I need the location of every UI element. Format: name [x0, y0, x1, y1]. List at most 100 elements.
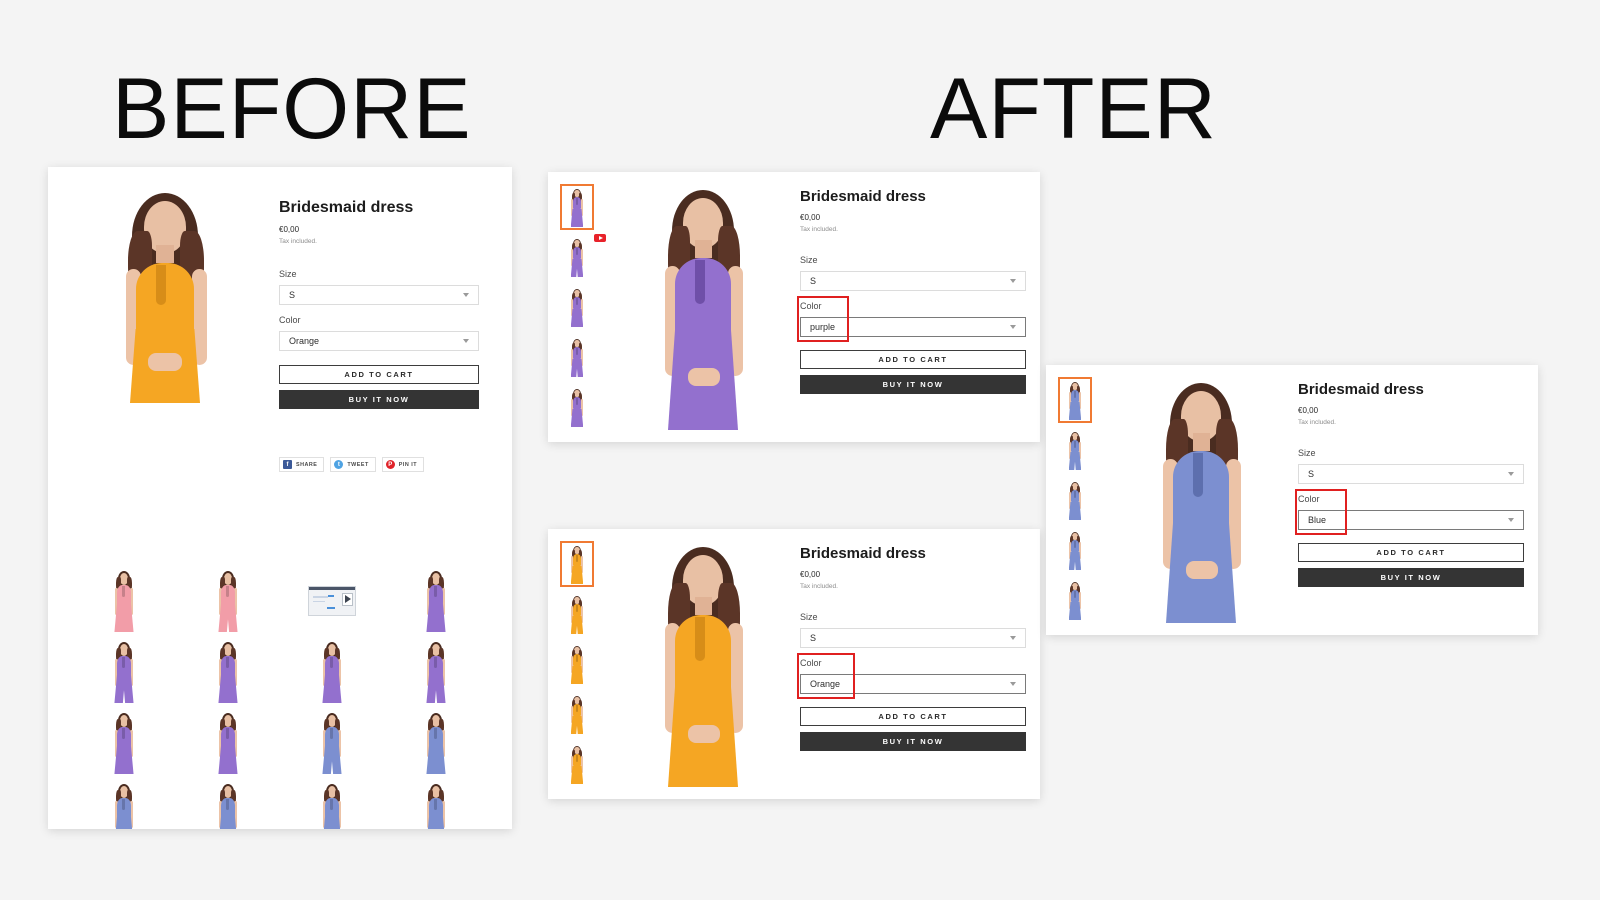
- color-select[interactable]: purple: [800, 317, 1026, 338]
- tax-note: Tax included.: [800, 226, 838, 234]
- thumbnail-item[interactable]: [280, 778, 384, 829]
- color-label: Color: [800, 658, 822, 669]
- youtube-play-badge[interactable]: [594, 234, 606, 242]
- thumbnail-item-selected[interactable]: [560, 541, 594, 587]
- thumbnail-figure: [312, 782, 352, 829]
- thumbnail-item[interactable]: [384, 636, 488, 707]
- size-label: Size: [800, 255, 818, 266]
- thumbnail-figure: [564, 387, 590, 427]
- buy-it-now-button[interactable]: BUY IT NOW: [279, 390, 479, 410]
- thumbnail-item-selected[interactable]: [560, 184, 594, 230]
- thumbnail-item[interactable]: [562, 593, 592, 635]
- color-select[interactable]: Blue: [1298, 510, 1524, 531]
- thumbnail-figure: [1062, 530, 1088, 570]
- thumbnail-figure: [564, 644, 590, 684]
- thumbnail-item[interactable]: [280, 636, 384, 707]
- thumbnail-figure: [1062, 430, 1088, 470]
- after-product-card-purple: Bridesmaid dress €0,00 Tax included. Siz…: [548, 172, 1040, 442]
- video-line: [312, 600, 325, 603]
- add-to-cart-button[interactable]: ADD TO CART: [1298, 543, 1524, 563]
- thumbnail-item[interactable]: [176, 565, 280, 636]
- thumbnail-item[interactable]: [562, 693, 592, 735]
- thumbnail-item[interactable]: [1060, 579, 1090, 621]
- before-hero-image[interactable]: [72, 187, 257, 403]
- thumbnail-figure: [564, 744, 590, 784]
- model-figure-orange: [620, 539, 786, 787]
- thumbnail-item[interactable]: [176, 707, 280, 778]
- video-thumbnail[interactable]: [308, 585, 356, 616]
- thumbnail-item[interactable]: [280, 565, 384, 636]
- comparison-stage: BEFORE AFTER Bridesmaid dress €0,00 Tax …: [0, 0, 1600, 900]
- pinterest-icon: P: [385, 460, 395, 470]
- thumbnail-item[interactable]: [72, 636, 176, 707]
- chevron-down-icon: [1508, 518, 1514, 523]
- thumbnail-figure: [104, 782, 144, 829]
- thumbnail-item[interactable]: [72, 707, 176, 778]
- size-select[interactable]: S: [279, 285, 479, 306]
- buy-it-now-button[interactable]: BUY IT NOW: [800, 375, 1026, 395]
- thumbnail-figure: [416, 640, 456, 704]
- thumbnail-figure: [208, 711, 248, 775]
- share-button-label: SHARE: [296, 461, 318, 468]
- thumbnail-item[interactable]: [562, 234, 606, 278]
- pin-it-button[interactable]: P PIN IT: [381, 457, 425, 473]
- size-label: Size: [800, 612, 818, 623]
- video-button: [328, 594, 334, 598]
- buy-it-now-button[interactable]: BUY IT NOW: [800, 732, 1026, 752]
- chevron-down-icon: [1010, 279, 1016, 284]
- thumbnail-item[interactable]: [562, 643, 592, 685]
- thumbnail-item[interactable]: [384, 707, 488, 778]
- thumbnail-figure: [312, 640, 352, 704]
- thumbnail-figure: [564, 337, 590, 377]
- color-label: Color: [279, 315, 301, 326]
- thumbnail-item[interactable]: [176, 778, 280, 829]
- thumbnail-item[interactable]: [562, 336, 592, 378]
- thumbnail-figure: [104, 640, 144, 704]
- thumbnail-item[interactable]: [72, 778, 176, 829]
- thumbnail-item[interactable]: [562, 386, 592, 428]
- thumbnail-figure: [564, 287, 590, 327]
- size-select-value: S: [810, 633, 817, 644]
- size-select-value: S: [1308, 469, 1315, 480]
- thumbnail-item[interactable]: [1060, 429, 1090, 471]
- tweet-button-label: TWEET: [347, 461, 369, 468]
- thumbnail-item[interactable]: [1060, 529, 1090, 571]
- color-select[interactable]: Orange: [800, 674, 1026, 695]
- thumbnail-item[interactable]: [280, 707, 384, 778]
- thumbnail-item[interactable]: [384, 565, 488, 636]
- play-icon[interactable]: [342, 593, 354, 606]
- add-to-cart-button[interactable]: ADD TO CART: [800, 707, 1026, 727]
- thumbnail-figure: [104, 711, 144, 775]
- thumbnail-item-selected[interactable]: [1058, 377, 1092, 423]
- size-select[interactable]: S: [800, 271, 1026, 292]
- size-select-value: S: [289, 290, 296, 301]
- hero-image-purple[interactable]: [620, 182, 786, 430]
- before-card-top: Bridesmaid dress €0,00 Tax included. Siz…: [48, 167, 512, 473]
- thumbnail-figure: [564, 594, 590, 634]
- tax-note: Tax included.: [279, 238, 317, 246]
- thumbnail-figure: [1062, 380, 1088, 420]
- thumbnail-item[interactable]: [562, 286, 592, 328]
- hero-image-orange[interactable]: [620, 539, 786, 787]
- thumbnail-item[interactable]: [562, 743, 592, 785]
- buy-it-now-button[interactable]: BUY IT NOW: [1298, 568, 1524, 588]
- thumbnail-item[interactable]: [176, 636, 280, 707]
- size-select[interactable]: S: [800, 628, 1026, 649]
- thumbnail-figure: [208, 782, 248, 829]
- share-button[interactable]: f SHARE: [279, 457, 325, 473]
- thumbnail-item[interactable]: [1060, 479, 1090, 521]
- add-to-cart-button[interactable]: ADD TO CART: [800, 350, 1026, 370]
- size-select[interactable]: S: [1298, 464, 1524, 485]
- after-product-card-orange: Bridesmaid dress €0,00 Tax included. Siz…: [548, 529, 1040, 799]
- page-title: Bridesmaid dress: [1298, 381, 1424, 398]
- thumbnail-strip-purple: [560, 184, 606, 436]
- thumbnail-strip-orange: [560, 541, 594, 793]
- hero-image-blue[interactable]: [1118, 375, 1284, 623]
- tweet-button[interactable]: t TWEET: [330, 457, 376, 473]
- color-select[interactable]: Orange: [279, 331, 479, 352]
- add-to-cart-button[interactable]: ADD TO CART: [279, 365, 479, 385]
- thumbnail-figure: [1062, 480, 1088, 520]
- thumbnail-item[interactable]: [72, 565, 176, 636]
- thumbnail-item[interactable]: [384, 778, 488, 829]
- social-share-row: f SHARE t TWEET P PIN IT: [279, 457, 488, 473]
